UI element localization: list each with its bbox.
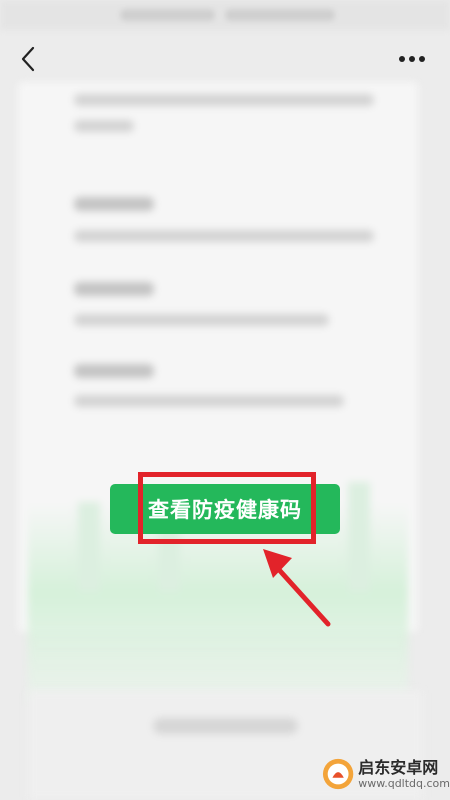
- blurred-content-card: [18, 82, 418, 702]
- view-health-code-button[interactable]: 查看防疫健康码: [110, 484, 340, 534]
- site-watermark: 启东安卓网 www.qdltdq.com: [322, 752, 450, 796]
- back-button[interactable]: [10, 42, 46, 76]
- more-options-button[interactable]: [392, 44, 432, 74]
- watermark-title: 启东安卓网: [358, 757, 439, 777]
- chevron-left-icon: [21, 46, 35, 72]
- watermark-url: www.qdltdq.com: [358, 776, 450, 790]
- top-nav-bar: [0, 30, 450, 86]
- more-dots-icon: [399, 56, 425, 62]
- status-bar: [0, 0, 450, 30]
- site-logo-icon: [322, 758, 354, 790]
